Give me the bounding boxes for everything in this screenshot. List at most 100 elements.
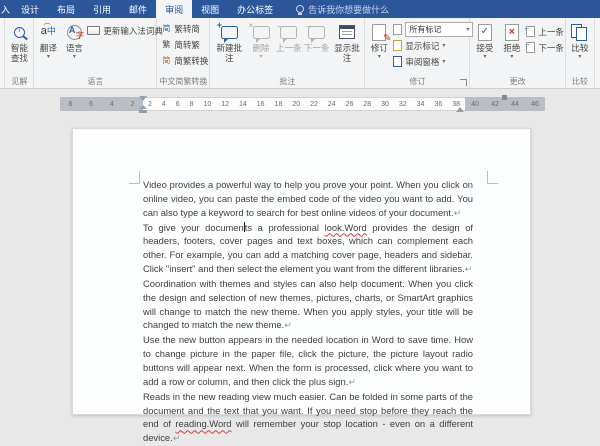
reviewing-pane-button[interactable]: 审阅窗格 ▾ xyxy=(392,54,473,69)
next-comment-icon: → xyxy=(305,22,329,42)
ruler-number: 46 xyxy=(531,101,539,108)
language-button[interactable]: A字 语言 ▾ xyxy=(61,21,87,73)
accept-icon: ✓ xyxy=(473,22,497,42)
tab-邮件[interactable]: 邮件 xyxy=(120,0,156,18)
group-language: a中⌒ 翻译 ▾ A字 语言 ▾ 更新输入法词典 语言 xyxy=(34,18,157,88)
all-markup-icon xyxy=(392,25,402,35)
right-indent-marker[interactable] xyxy=(456,107,464,112)
group-protect-partial: 阻 xyxy=(595,18,600,88)
tab-视图[interactable]: 视图 xyxy=(192,0,228,18)
ruler-number: 10 xyxy=(203,101,211,108)
ruler-number: 2 xyxy=(148,101,152,108)
group-label-insights: 见解 xyxy=(5,76,33,87)
paragraph[interactable]: Video provides a powerful way to help yo… xyxy=(143,178,473,221)
chevron-down-icon: ▾ xyxy=(510,55,513,60)
keyboard-icon xyxy=(87,26,100,35)
document-area: 8642 2468101214161820222426283032343638 … xyxy=(0,89,600,408)
paragraph-mark: ↵ xyxy=(454,208,462,218)
reviewing-pane-icon xyxy=(392,57,402,67)
accept-button[interactable]: ✓ 接受 ▾ xyxy=(471,21,498,73)
ruler-toggle xyxy=(502,95,507,100)
paragraph-mark: ↵ xyxy=(348,377,356,387)
paragraph-mark: ↵ xyxy=(173,433,181,443)
paragraph[interactable]: Use the new button appears in the needed… xyxy=(143,333,473,389)
margin-crop-mark-left xyxy=(129,171,140,184)
spelling-error-text: look.Word xyxy=(325,222,367,233)
document-text[interactable]: Video provides a powerful way to help yo… xyxy=(143,178,473,446)
language-icon: A字 xyxy=(62,22,86,42)
tab-partial-left[interactable]: 入 xyxy=(0,0,12,18)
group-tracking: ✎ 修订 ▾ 所有标记▾ 显示标记 ▾ 审阅窗格 ▾ xyxy=(365,18,470,88)
ruler-number: 42 xyxy=(491,101,499,108)
tab-list: 设计布局引用邮件审阅视图办公标签 xyxy=(12,0,282,18)
new-comment-icon: + xyxy=(217,22,241,42)
update-ime-dictionary-button[interactable]: 更新输入法词典 xyxy=(87,23,163,38)
next-change-button[interactable]: → 下一条 xyxy=(525,40,564,55)
reject-button[interactable]: × 拒绝 ▾ xyxy=(498,21,525,73)
group-label-language: 语言 xyxy=(34,76,156,87)
previous-change-button[interactable]: ← 上一条 xyxy=(525,24,564,39)
horizontal-ruler[interactable]: 8642 2468101214161820222426283032343638 … xyxy=(60,97,545,111)
ruler-number: 4 xyxy=(162,101,166,108)
group-label-comments: 批注 xyxy=(210,76,364,87)
paragraph-mark: ↵ xyxy=(465,264,473,274)
word-count-button[interactable]: 字数统计 xyxy=(0,21,4,73)
tab-引用[interactable]: 引用 xyxy=(84,0,120,18)
tell-me-box[interactable]: 告诉我你想要做什么 xyxy=(296,0,389,18)
group-label-tracking: 修订 xyxy=(365,76,469,87)
ruler-text-area: 2468101214161820222426283032343638 xyxy=(143,97,465,111)
chevron-down-icon: ▾ xyxy=(578,55,581,60)
track-changes-button[interactable]: ✎ 修订 ▾ xyxy=(366,21,392,73)
tab-设计[interactable]: 设计 xyxy=(12,0,48,18)
left-indent-marker[interactable] xyxy=(139,110,147,113)
ruler-left-margin: 8642 xyxy=(60,97,143,111)
compare-button[interactable]: 比较 ▾ xyxy=(567,21,593,73)
ruler-number: 8 xyxy=(190,101,194,108)
chevron-down-icon: ▾ xyxy=(442,42,445,49)
tab-布局[interactable]: 布局 xyxy=(48,0,84,18)
tab-办公标签[interactable]: 办公标签 xyxy=(228,0,282,18)
tab-审阅[interactable]: 审阅 xyxy=(156,0,192,18)
simp-to-trad-button[interactable]: 繁 简转繁 xyxy=(161,37,208,52)
group-chinese-conversion: 简 繁转简 繁 简转繁 简 简繁转换 中文简繁转换 xyxy=(157,18,210,88)
first-line-indent-marker[interactable] xyxy=(139,96,147,101)
chevron-down-icon: ▾ xyxy=(442,58,445,65)
delete-comment-icon: × xyxy=(249,22,273,42)
paragraph-mark: ↵ xyxy=(284,320,292,330)
page[interactable]: Video provides a powerful way to help yo… xyxy=(72,128,531,415)
delete-comment-button[interactable]: × 删除 ▾ xyxy=(247,21,275,73)
simp-to-trad-icon: 繁 xyxy=(161,40,171,50)
simp-trad-convert-icon: 简 xyxy=(161,56,171,66)
track-changes-icon: ✎ xyxy=(367,22,391,42)
paragraph[interactable]: To give your documents a professional lo… xyxy=(143,221,473,277)
smart-lookup-button[interactable]: i 智能查找 xyxy=(6,21,32,73)
paragraph[interactable]: Coordination with themes and styles can … xyxy=(143,277,473,333)
chevron-down-icon: ▾ xyxy=(378,55,381,60)
ruler-number: 6 xyxy=(89,101,93,108)
hanging-indent-marker[interactable] xyxy=(139,105,147,109)
tell-me-label: 告诉我你想要做什么 xyxy=(308,3,389,16)
ribbon-tab-bar: 入 设计布局引用邮件审阅视图办公标签 告诉我你想要做什么 xyxy=(0,0,600,18)
trad-to-simp-button[interactable]: 简 繁转简 xyxy=(161,21,208,36)
group-changes: ✓ 接受 ▾ × 拒绝 ▾ ← 上一条 → 下一条 更改 xyxy=(470,18,566,88)
ruler-number: 40 xyxy=(471,101,479,108)
group-comments: + 新建批注 × 删除 ▾ ← 上一条 → 下一条 显示批注 批注 xyxy=(210,18,365,88)
group-label-changes: 更改 xyxy=(470,76,565,87)
ruler-number: 32 xyxy=(399,101,407,108)
display-for-review-dropdown[interactable]: 所有标记▾ xyxy=(392,22,473,37)
simp-trad-convert-button[interactable]: 简 简繁转换 xyxy=(161,53,208,68)
smart-lookup-icon: i xyxy=(7,22,31,42)
translate-button[interactable]: a中⌒ 翻译 ▾ xyxy=(35,21,61,73)
ruler-number: 8 xyxy=(68,101,72,108)
previous-comment-icon: ← xyxy=(277,22,301,42)
previous-comment-button[interactable]: ← 上一条 xyxy=(275,21,303,73)
paragraph[interactable]: Reads in the new reading view much easie… xyxy=(143,390,473,446)
ruler-number: 24 xyxy=(328,101,336,108)
show-markup-button[interactable]: 显示标记 ▾ xyxy=(392,38,473,53)
tracking-dialog-launcher[interactable] xyxy=(460,79,467,86)
spelling-error-text: reading.Word xyxy=(175,418,231,429)
new-comment-button[interactable]: + 新建批注 xyxy=(211,21,247,73)
ruler-number: 22 xyxy=(310,101,318,108)
show-comments-button[interactable]: 显示批注 xyxy=(331,21,364,73)
next-comment-button[interactable]: → 下一条 xyxy=(303,21,331,73)
